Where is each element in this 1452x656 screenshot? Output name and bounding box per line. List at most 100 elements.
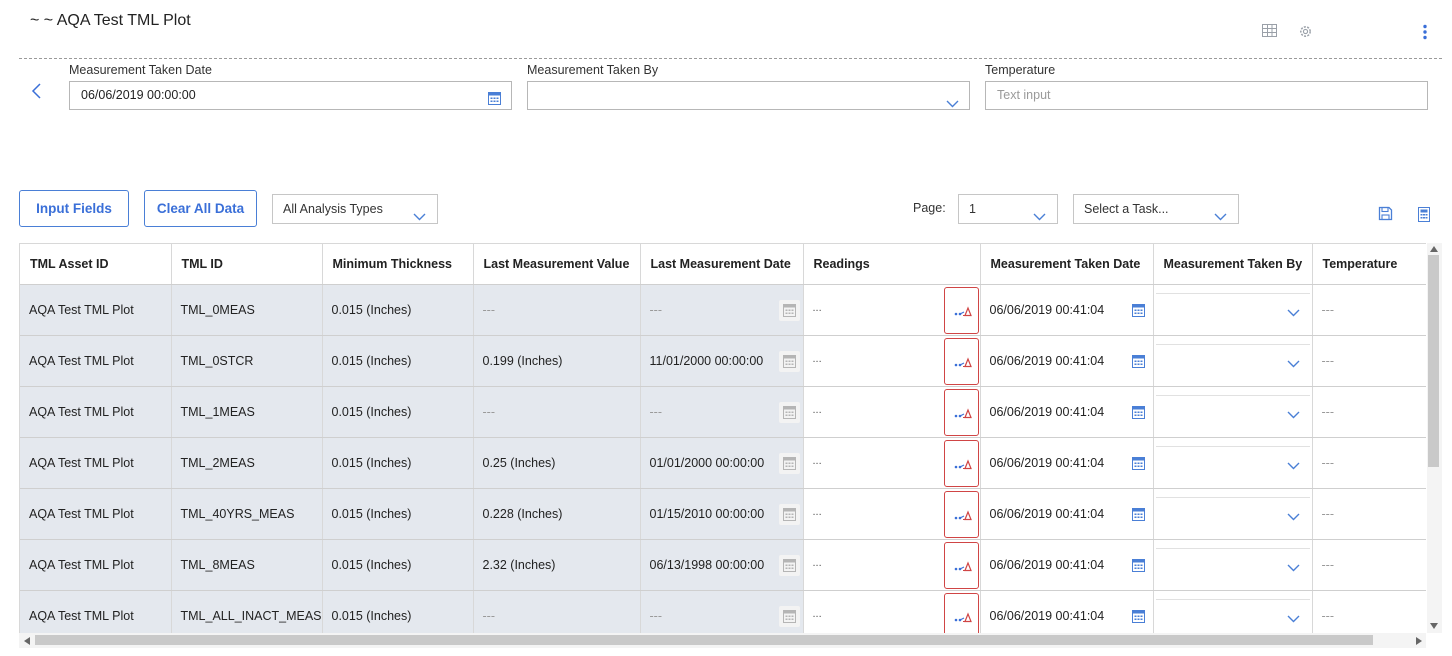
readings-chart-button[interactable]	[943, 338, 979, 385]
minimum-thickness-cell: 0.015 (Inches)	[322, 488, 474, 540]
last-measurement-date-value: ---	[649, 609, 663, 623]
readings-value: ...	[812, 404, 822, 416]
readings-cell[interactable]: ...	[803, 590, 981, 633]
input-fields-button[interactable]: Input Fields	[19, 190, 129, 227]
measurement-taken-by-cell[interactable]	[1153, 539, 1313, 591]
readings-cell[interactable]: ...	[803, 539, 981, 591]
table-row[interactable]: AQA Test TML Plot TML_0MEAS 0.015 (Inches)…	[20, 284, 1426, 336]
measurement-taken-date-input[interactable]: 06/06/2019 00:00:00	[69, 81, 512, 110]
save-icon[interactable]	[1378, 206, 1393, 224]
measurement-taken-date-cell[interactable]: 06/06/2019 00:41:04	[980, 284, 1154, 336]
vertical-scroll-thumb[interactable]	[1428, 255, 1439, 467]
column-header[interactable]: Last Measurement Date	[640, 243, 804, 285]
readings-value: ...	[812, 455, 822, 467]
readings-cell[interactable]: ...	[803, 335, 981, 387]
measurement-taken-by-dropdown[interactable]	[1155, 446, 1310, 480]
measurement-taken-by-dropdown[interactable]	[1155, 293, 1310, 327]
task-select[interactable]: Select a Task...	[1073, 194, 1239, 224]
table-row[interactable]: AQA Test TML Plot TML_40YRS_MEAS 0.015 (In…	[20, 488, 1426, 540]
measurement-taken-date-cell[interactable]: 06/06/2019 00:41:04	[980, 335, 1154, 387]
measurement-taken-date-cell[interactable]: 06/06/2019 00:41:04	[980, 488, 1154, 540]
clear-all-data-button[interactable]: Clear All Data	[144, 190, 257, 227]
measurement-taken-by-dropdown[interactable]	[1155, 395, 1310, 429]
chevron-left-icon[interactable]	[30, 82, 46, 100]
readings-chart-button[interactable]	[943, 593, 979, 633]
last-measurement-value-cell: 0.25 (Inches)	[473, 437, 641, 489]
kebab-menu-icon[interactable]	[1422, 24, 1428, 43]
page-select[interactable]: 1	[958, 194, 1058, 224]
column-header[interactable]: TML Asset ID	[20, 243, 172, 285]
calendar-icon	[778, 402, 800, 423]
table-row[interactable]: AQA Test TML Plot TML_2MEAS 0.015 (Inches)…	[20, 437, 1426, 489]
gear-icon[interactable]	[1298, 24, 1313, 42]
measurement-taken-by-select[interactable]	[527, 81, 970, 110]
measurement-taken-date-cell[interactable]: 06/06/2019 00:41:04	[980, 539, 1154, 591]
measurement-taken-date-cell[interactable]: 06/06/2019 00:41:04	[980, 386, 1154, 438]
calendar-icon[interactable]	[1131, 354, 1145, 371]
temperature-input[interactable]: Text input	[985, 81, 1428, 110]
table-grid-icon[interactable]	[1262, 24, 1277, 41]
measurement-taken-by-dropdown[interactable]	[1155, 599, 1310, 633]
readings-cell[interactable]: ...	[803, 488, 981, 540]
measurement-taken-by-dropdown[interactable]	[1155, 497, 1310, 531]
temperature-cell[interactable]: ---	[1312, 284, 1426, 336]
readings-cell[interactable]: ...	[803, 437, 981, 489]
readings-chart-button[interactable]	[943, 542, 979, 589]
horizontal-scroll-thumb[interactable]	[35, 635, 1373, 645]
measurement-taken-by-cell[interactable]	[1153, 284, 1313, 336]
column-header[interactable]: Minimum Thickness	[322, 243, 474, 285]
last-measurement-date-value: ---	[649, 303, 663, 317]
calendar-icon[interactable]	[1131, 507, 1145, 524]
chevron-down-icon	[413, 203, 426, 231]
temperature-cell[interactable]: ---	[1312, 437, 1426, 489]
calendar-icon[interactable]	[1131, 456, 1145, 473]
column-header[interactable]: Measurement Taken Date	[980, 243, 1154, 285]
table-row[interactable]: AQA Test TML Plot TML_1MEAS 0.015 (Inches)…	[20, 386, 1426, 438]
temperature-cell[interactable]: ---	[1312, 539, 1426, 591]
measurement-taken-by-dropdown[interactable]	[1155, 548, 1310, 582]
readings-value: ...	[812, 353, 822, 365]
temperature-cell[interactable]: ---	[1312, 488, 1426, 540]
calendar-icon[interactable]	[1131, 558, 1145, 575]
calendar-icon[interactable]	[488, 88, 501, 115]
measurement-taken-by-cell[interactable]	[1153, 590, 1313, 633]
column-header[interactable]: Last Measurement Value	[473, 243, 641, 285]
temperature-cell[interactable]: ---	[1312, 335, 1426, 387]
measurement-taken-by-cell[interactable]	[1153, 386, 1313, 438]
readings-chart-button[interactable]	[943, 491, 979, 538]
measurement-taken-date-cell[interactable]: 06/06/2019 00:41:04	[980, 590, 1154, 633]
readings-chart-button[interactable]	[943, 389, 979, 436]
last-measurement-date-cell: ---	[640, 386, 804, 438]
measurement-taken-date-cell-value: 06/06/2019 00:41:04	[989, 609, 1105, 623]
measurement-taken-by-dropdown[interactable]	[1155, 344, 1310, 378]
tml-id-cell: TML_8MEAS	[171, 539, 323, 591]
readings-cell[interactable]: ...	[803, 284, 981, 336]
column-header[interactable]: TML ID	[171, 243, 323, 285]
readings-chart-button[interactable]	[943, 440, 979, 487]
measurement-taken-by-cell[interactable]	[1153, 335, 1313, 387]
measurement-taken-date-cell[interactable]: 06/06/2019 00:41:04	[980, 437, 1154, 489]
readings-chart-button[interactable]	[943, 287, 979, 334]
table-row[interactable]: AQA Test TML Plot TML_8MEAS 0.015 (Inches)…	[20, 539, 1426, 591]
temperature-cell[interactable]: ---	[1312, 590, 1426, 633]
temperature-cell[interactable]: ---	[1312, 386, 1426, 438]
calculator-icon[interactable]	[1418, 207, 1430, 225]
column-header[interactable]: Readings	[803, 243, 981, 285]
last-measurement-value-cell: ---	[473, 590, 641, 633]
calendar-icon[interactable]	[1131, 405, 1145, 422]
measurement-taken-by-cell[interactable]	[1153, 437, 1313, 489]
column-header[interactable]: Measurement Taken By	[1153, 243, 1313, 285]
temperature-placeholder: Text input	[997, 88, 1051, 102]
horizontal-scrollbar[interactable]	[19, 633, 1426, 648]
vertical-scrollbar[interactable]	[1427, 243, 1442, 633]
table-row[interactable]: AQA Test TML Plot TML_ALL_INACT_MEAS 0.015…	[20, 590, 1426, 633]
analysis-types-select[interactable]: All Analysis Types	[272, 194, 438, 224]
chevron-down-icon	[1033, 203, 1046, 231]
measurement-taken-by-cell[interactable]	[1153, 488, 1313, 540]
readings-cell[interactable]: ...	[803, 386, 981, 438]
column-header[interactable]: Temperature	[1312, 243, 1426, 285]
minimum-thickness-cell: 0.015 (Inches)	[322, 386, 474, 438]
calendar-icon[interactable]	[1131, 303, 1145, 320]
table-row[interactable]: AQA Test TML Plot TML_0STCR 0.015 (Inches)…	[20, 335, 1426, 387]
calendar-icon[interactable]	[1131, 609, 1145, 626]
